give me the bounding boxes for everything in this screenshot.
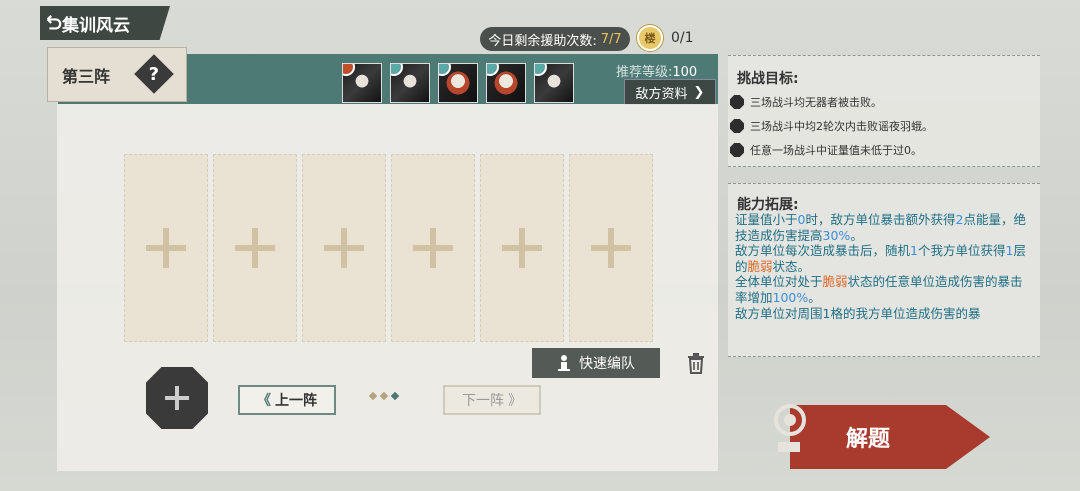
character-slot-4[interactable]	[391, 154, 475, 342]
back-arrow-icon	[46, 15, 62, 30]
character-slot-2[interactable]	[213, 154, 297, 342]
enemy-portrait-5[interactable]	[534, 63, 574, 103]
goal-item: 三场战斗中均2轮次内击败谣夜羽蛾。	[730, 118, 933, 134]
page-title: 集训风云	[62, 15, 130, 36]
goal-octagon-icon	[730, 95, 744, 109]
enemy-info-button[interactable]: 敌方资料 ❯	[624, 79, 716, 105]
page-dot	[379, 391, 389, 401]
enemy-portrait-3[interactable]	[438, 63, 478, 103]
token-icon: 楼	[637, 25, 663, 51]
enemy-portrait-4[interactable]	[486, 63, 526, 103]
person-icon	[558, 355, 570, 371]
token-counter[interactable]: 楼 0/1	[637, 25, 717, 51]
trash-icon[interactable]	[684, 351, 708, 375]
recommended-level: 推荐等级:100	[616, 65, 698, 80]
chevron-right-icon: ❯	[693, 84, 705, 100]
quick-formation-button[interactable]: 快速编队	[532, 348, 660, 378]
ability-line-2: 敌方单位每次造成暴击后，随机1个我方单位获得1层的脆弱状态。	[735, 243, 1026, 274]
plus-icon	[324, 228, 364, 268]
ability-line-1: 证量值小于0时，敌方单位暴击额外获得2点能量，绝技造成伤害提高30%。	[735, 212, 1026, 243]
goals-title: 挑战目标:	[737, 71, 799, 87]
token-value: 0/1	[671, 30, 694, 46]
page-dot	[368, 391, 378, 401]
assist-value: 7/7	[600, 31, 622, 47]
enemy-portrait-1[interactable]	[342, 63, 382, 103]
double-chevron-right-icon: 》	[508, 393, 522, 409]
quick-formation-label: 快速编队	[579, 356, 635, 372]
goal-item: 三场战斗均无器者被击败。	[730, 94, 882, 110]
help-icon[interactable]: ?	[134, 54, 174, 94]
plus-icon	[235, 228, 275, 268]
plus-icon	[413, 228, 453, 268]
ability-title: 能力拓展:	[737, 197, 799, 213]
ability-description: 证量值小于0时，敌方单位暴击额外获得2点能量，绝技造成伤害提高30%。 敌方单位…	[735, 212, 1035, 321]
plus-icon	[591, 228, 631, 268]
goal-octagon-icon	[730, 143, 744, 157]
plus-icon	[146, 228, 186, 268]
next-formation-label: 下一阵	[462, 393, 504, 409]
plus-icon	[165, 386, 189, 410]
goal-octagon-icon	[730, 119, 744, 133]
character-slot-3[interactable]	[302, 154, 386, 342]
page-dot-active	[390, 391, 400, 401]
ability-line-3: 全体单位对处于脆弱状态的任意单位造成伤害的暴击率增加100%。	[735, 274, 1023, 305]
character-slot-1[interactable]	[124, 154, 208, 342]
character-slot-5[interactable]	[480, 154, 564, 342]
double-chevron-left-icon: 《	[257, 393, 271, 409]
ability-line-4: 敌方单位对周围1格的我方单位造成伤害的暴	[735, 305, 981, 321]
enemy-info-label: 敌方资料	[635, 86, 688, 102]
formation-label: 第三阵	[62, 66, 111, 86]
formation-tag: 第三阵 ?	[47, 47, 187, 102]
assist-counter: 今日剩余援助次数: 7/7	[480, 27, 630, 51]
character-slot-6[interactable]	[569, 154, 653, 342]
plus-icon	[502, 228, 542, 268]
solve-label: 解题	[846, 427, 891, 452]
add-support-button[interactable]	[146, 367, 208, 429]
back-title-button[interactable]: 集训风云	[40, 6, 170, 40]
decorative-emblem-icon	[774, 404, 806, 452]
goal-item: 任意一场战斗中证量值未低于过0。	[730, 142, 922, 158]
prev-formation-label: 上一阵	[275, 393, 317, 409]
enemy-portrait-2[interactable]	[390, 63, 430, 103]
prev-formation-button[interactable]: 《 上一阵	[238, 385, 336, 415]
formation-page-indicator	[368, 391, 400, 401]
next-formation-button[interactable]: 下一阵 》	[443, 385, 541, 415]
assist-label: 今日剩余援助次数:	[488, 33, 597, 49]
